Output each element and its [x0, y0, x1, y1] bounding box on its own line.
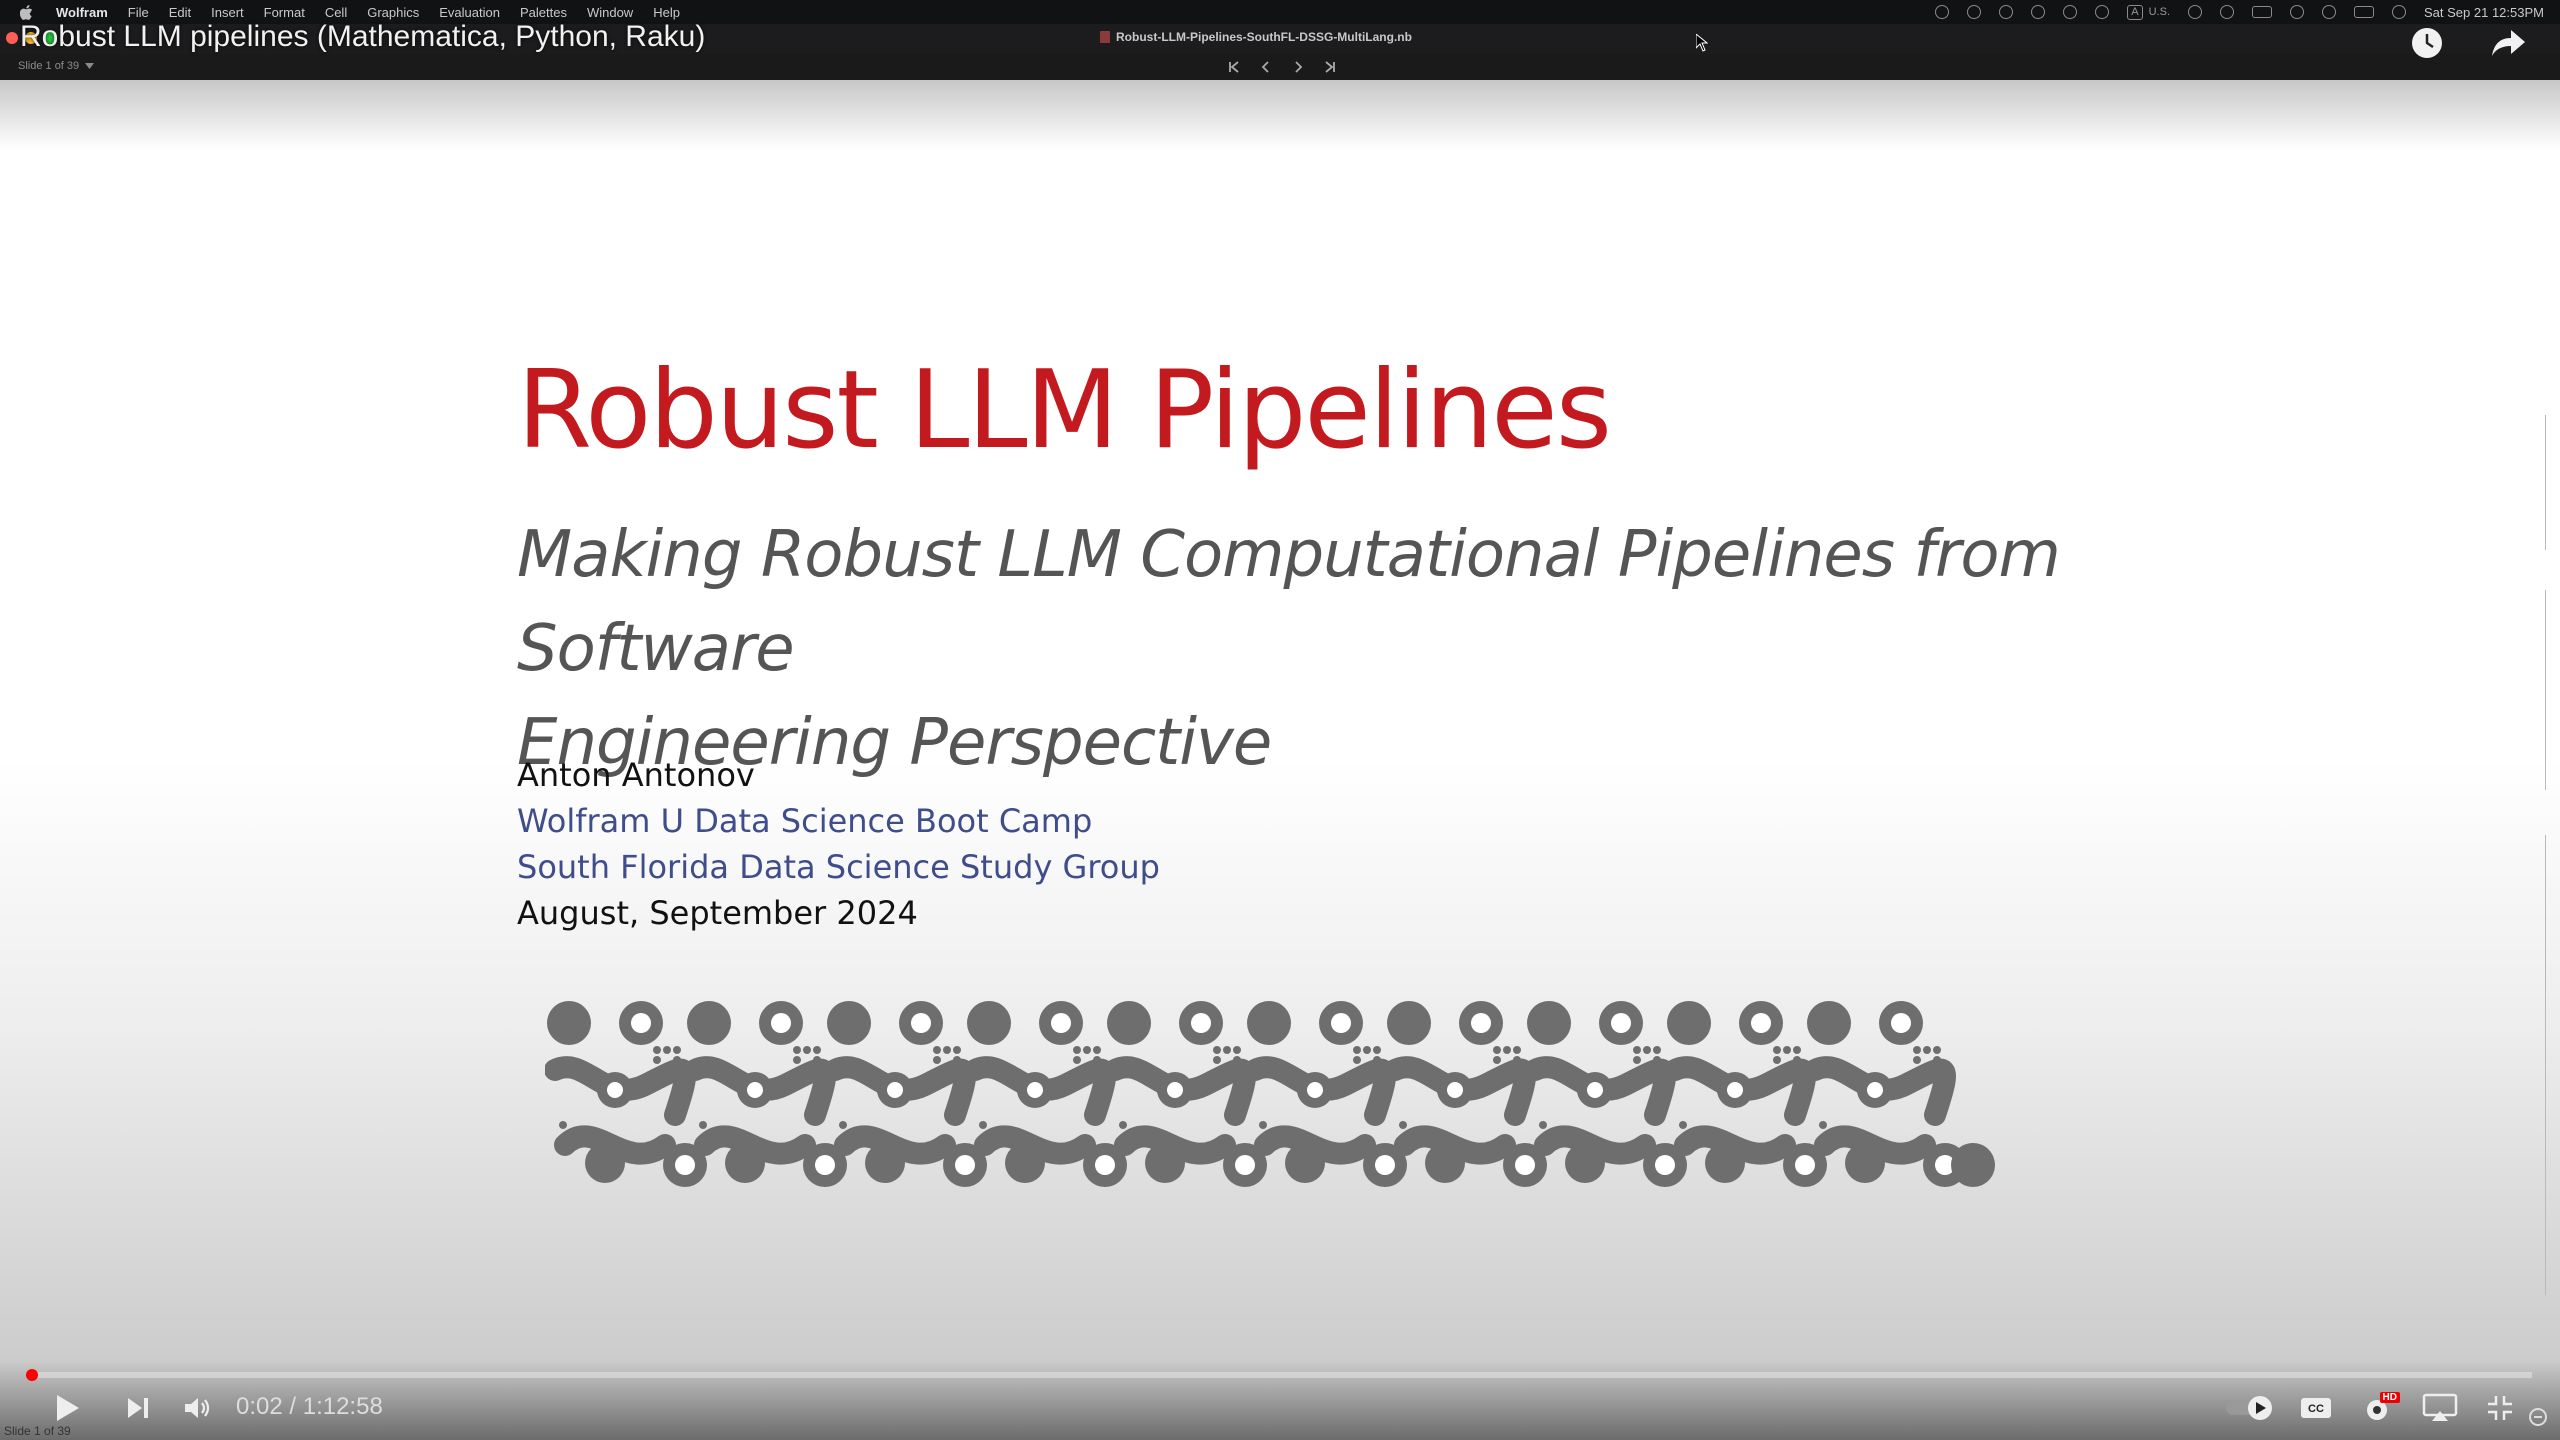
menu-evaluation[interactable]: Evaluation — [439, 5, 500, 20]
skip-next-icon — [128, 1398, 148, 1418]
control-center-icon[interactable] — [2354, 6, 2375, 18]
affiliation-link-1[interactable]: Wolfram U Data Science Boot Camp — [517, 798, 1160, 844]
share-button[interactable] — [2488, 22, 2530, 64]
author-block: Anton Antonov Wolfram U Data Science Boo… — [517, 752, 1160, 936]
hd-badge: HD — [2379, 1392, 2400, 1403]
exit-fullscreen-button[interactable] — [2480, 1388, 2520, 1428]
wolfram-pattern-graphic — [545, 995, 1995, 1195]
target-icon[interactable] — [2031, 5, 2046, 19]
keyboard-icon[interactable]: A — [2127, 4, 2143, 20]
slide-selector-label: Slide 1 of 39 — [18, 60, 80, 72]
slide-subtitle-line-1: Making Robust LLM Computational Pipeline… — [517, 518, 2061, 686]
closed-captions-icon: CC — [2301, 1398, 2331, 1418]
last-slide-icon — [1325, 61, 1335, 73]
time-display: 0:02 / 1:12:58 — [236, 1393, 383, 1420]
video-top-gradient — [0, 80, 2560, 150]
watch-later-button[interactable] — [2406, 22, 2448, 64]
notebook-filename: Robust-LLM-Pipelines-SouthFL-DSSG-MultiL… — [1100, 30, 1412, 44]
slide-subtitle: Making Robust LLM Computational Pipeline… — [517, 508, 2317, 790]
share-arrow-icon — [2492, 30, 2525, 56]
time-machine-icon[interactable] — [2095, 5, 2110, 19]
menu-edit[interactable]: Edit — [169, 5, 191, 20]
siri-icon[interactable] — [2392, 5, 2407, 19]
author-name: Anton Antonov — [517, 756, 755, 794]
presentation-date: August, September 2024 — [517, 894, 918, 932]
next-video-button[interactable] — [118, 1388, 158, 1428]
airplay-button[interactable] — [2418, 1388, 2462, 1428]
record-icon[interactable] — [1935, 5, 1950, 19]
chevron-down-icon — [85, 63, 95, 69]
menubar-clock[interactable]: Sat Sep 21 12:53PM — [2424, 5, 2544, 20]
slide-title: Robust LLM Pipelines — [517, 348, 1612, 473]
wifi-icon[interactable] — [2290, 5, 2305, 19]
apple-icon[interactable] — [20, 4, 36, 20]
captions-button[interactable]: CC — [2296, 1388, 2336, 1428]
autoplay-toggle-icon — [2226, 1396, 2272, 1420]
clock-icon — [2412, 28, 2442, 58]
play-icon — [57, 1395, 79, 1421]
chevron-left-icon — [1261, 61, 1269, 73]
menu-window[interactable]: Window — [587, 5, 633, 20]
next-slide-button[interactable] — [1288, 58, 1308, 76]
notebook-filename-label: Robust-LLM-Pipelines-SouthFL-DSSG-MultiL… — [1116, 30, 1412, 44]
previous-slide-button[interactable] — [1256, 58, 1276, 76]
menu-format[interactable]: Format — [264, 5, 305, 20]
volume-button[interactable] — [178, 1388, 218, 1428]
airplay-icon — [2422, 1393, 2458, 1421]
slide-navigation — [1224, 58, 1340, 76]
exit-fullscreen-icon — [2488, 1396, 2512, 1420]
menu-help[interactable]: Help — [653, 5, 680, 20]
play-button[interactable] — [48, 1388, 88, 1428]
menu-insert[interactable]: Insert — [211, 5, 244, 20]
grammarly-icon[interactable] — [2188, 5, 2203, 19]
menu-graphics[interactable]: Graphics — [367, 5, 419, 20]
search-icon[interactable] — [2322, 5, 2337, 19]
scrubber-handle[interactable] — [26, 1369, 38, 1381]
slide-selector[interactable]: Slide 1 of 39 — [18, 60, 95, 72]
menu-cell[interactable]: Cell — [325, 5, 347, 20]
battery-icon[interactable] — [2252, 6, 2273, 18]
menu-file[interactable]: File — [128, 5, 149, 20]
volume-icon — [185, 1398, 210, 1418]
slideshow-toolbar: Slide 1 of 39 — [0, 54, 2560, 80]
slide-counter-footer: Slide 1 of 39 — [4, 1424, 71, 1438]
svg-text:CC: CC — [2308, 1403, 2324, 1415]
first-slide-button[interactable] — [1224, 58, 1244, 76]
first-slide-icon — [1229, 61, 1239, 73]
bluetooth-icon[interactable] — [2063, 5, 2078, 19]
presentation-slide: Robust LLM Pipelines Making Robust LLM C… — [0, 80, 2560, 1440]
stack-icon[interactable] — [1967, 5, 1982, 19]
autoplay-toggle[interactable] — [2222, 1388, 2278, 1428]
chevron-right-icon — [1295, 61, 1303, 73]
affiliation-link-2[interactable]: South Florida Data Science Study Group — [517, 844, 1160, 890]
headphones-icon[interactable] — [1999, 5, 2014, 19]
close-window-button[interactable] — [6, 32, 18, 44]
menu-app-wolfram[interactable]: Wolfram — [56, 5, 108, 20]
document-icon — [1100, 31, 1110, 43]
video-title[interactable]: Robust LLM pipelines (Mathematica, Pytho… — [20, 20, 705, 54]
video-top-actions — [2406, 22, 2530, 64]
cursor-indicator-icon — [2526, 1402, 2550, 1432]
status-tray: A U.S. Sat Sep 21 12:53PM — [1935, 0, 2544, 24]
menu-palettes[interactable]: Palettes — [520, 5, 567, 20]
user-icon[interactable] — [2220, 5, 2235, 19]
progress-bar[interactable] — [26, 1369, 2532, 1381]
last-slide-button[interactable] — [1320, 58, 1340, 76]
input-source-label[interactable]: U.S. — [2149, 6, 2170, 18]
settings-button[interactable]: HD — [2358, 1388, 2402, 1428]
